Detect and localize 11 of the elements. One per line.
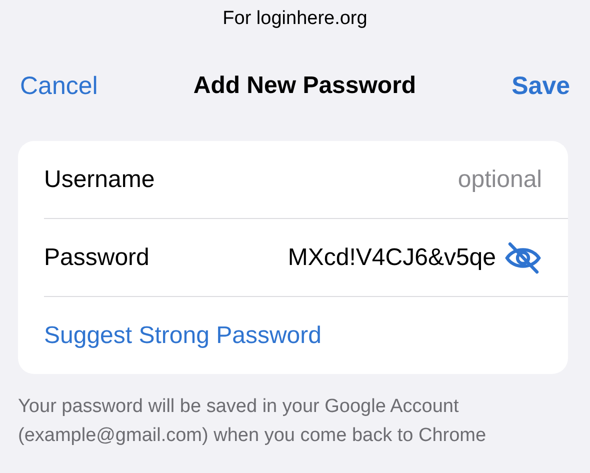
username-label: Username: [44, 166, 156, 194]
page-caption: For loginhere.org: [222, 7, 368, 31]
eye-slash-icon[interactable]: [504, 240, 542, 274]
suggest-password-link[interactable]: Suggest Strong Password: [44, 322, 322, 350]
save-button[interactable]: Save: [512, 72, 570, 100]
dialog-title: Add New Password: [193, 72, 416, 100]
password-field[interactable]: MXcd!V4CJ6&v5qe: [212, 244, 496, 272]
username-field[interactable]: optional: [212, 166, 542, 194]
footer-note: Your password will be saved in your Google Account (example@gmail.com) when you come back to Chrome: [18, 395, 488, 448]
cancel-button[interactable]: Cancel: [20, 72, 98, 100]
password-label: Password: [44, 244, 150, 272]
